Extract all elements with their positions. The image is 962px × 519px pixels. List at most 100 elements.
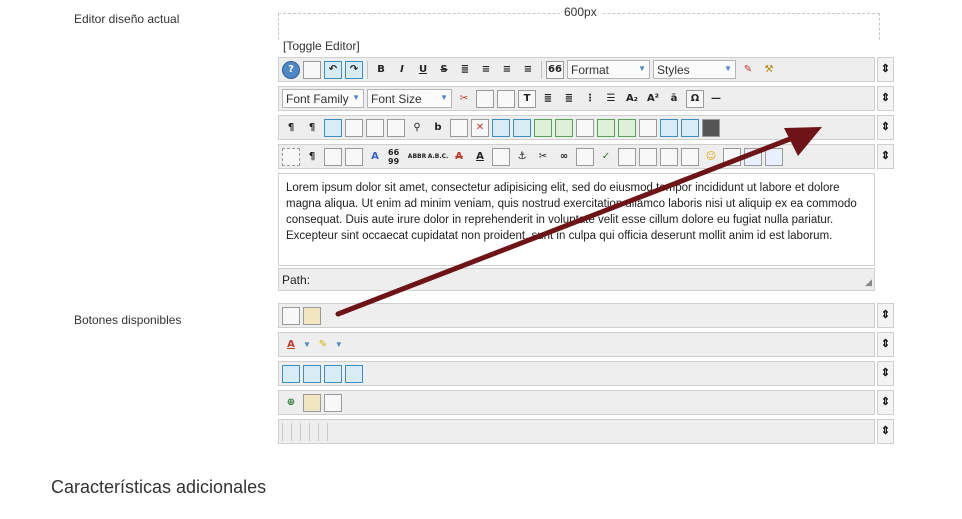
list-icon[interactable] <box>282 306 300 325</box>
ltr-icon[interactable]: ¶ <box>282 119 300 137</box>
bold-icon[interactable]: B <box>372 61 390 79</box>
font-size-select[interactable]: Font Size ▼ <box>367 89 452 108</box>
format-select[interactable]: Format ▼ <box>567 60 650 79</box>
charmap-icon[interactable]: Ω <box>686 89 704 108</box>
cell-props-icon[interactable] <box>660 118 678 137</box>
styles-select[interactable]: Styles ▼ <box>653 60 736 79</box>
cut-icon[interactable]: ✂ <box>455 90 473 108</box>
cite-icon[interactable]: 66 99 <box>387 148 405 166</box>
absolute-icon[interactable] <box>639 147 657 166</box>
row-drag-handle[interactable]: ⇕ <box>877 332 894 357</box>
row-drag-handle[interactable]: ⇕ <box>877 57 894 82</box>
chevron-down-icon[interactable]: ▼ <box>303 340 311 349</box>
insert-table-icon[interactable] <box>450 118 468 137</box>
link-icon[interactable]: ∞ <box>555 148 573 166</box>
undo-icon[interactable]: ↶ <box>324 60 342 79</box>
move-backward-icon[interactable] <box>681 147 699 166</box>
image-manager-icon[interactable] <box>303 306 321 325</box>
row-delete-icon[interactable] <box>555 118 573 137</box>
ins-icon[interactable]: A <box>471 148 489 166</box>
emotions-icon[interactable]: ☺ <box>702 148 720 166</box>
align-left-icon[interactable]: ≡ <box>498 61 516 79</box>
row-drag-handle[interactable]: ⇕ <box>877 390 894 415</box>
print-icon[interactable] <box>387 118 405 137</box>
anchor-icon[interactable]: ⚓ <box>513 148 531 166</box>
attribs-icon[interactable] <box>492 147 510 166</box>
copy-icon[interactable] <box>476 89 494 108</box>
modules-icon[interactable] <box>744 147 762 166</box>
italic-icon[interactable]: I <box>393 61 411 79</box>
article-icon[interactable] <box>723 147 741 166</box>
visual-chars-icon[interactable]: ¶ <box>303 148 321 166</box>
abbr-icon[interactable]: ABBR <box>408 148 426 166</box>
style-props-icon[interactable]: ā <box>665 90 683 108</box>
readmore-icon[interactable] <box>765 147 783 166</box>
styleprops-icon[interactable]: A <box>366 148 384 166</box>
underline-icon[interactable]: U <box>414 61 432 79</box>
bullet-list-icon[interactable]: ☰ <box>602 90 620 108</box>
row-drag-handle[interactable]: ⇕ <box>877 115 894 140</box>
insert-layer-icon[interactable] <box>282 364 300 383</box>
col-after-icon[interactable] <box>618 118 636 137</box>
row-before-icon[interactable] <box>492 118 510 137</box>
font-color-icon[interactable]: A <box>282 336 300 354</box>
row-insert-icon[interactable] <box>534 118 552 137</box>
align-center-icon[interactable]: ≡ <box>477 61 495 79</box>
media-icon[interactable] <box>702 118 720 137</box>
horizontal-rule-icon[interactable]: — <box>707 90 725 108</box>
available-row-2[interactable]: A ▼ ✎ ▼ <box>278 332 875 357</box>
preview-icon[interactable] <box>345 118 363 137</box>
border-icon[interactable] <box>303 364 321 383</box>
cleanup-broom-icon[interactable]: ⚒ <box>760 61 778 79</box>
toolbar-row-4[interactable]: ¶ A 66 99 ABBR A.B.C. A A ⚓ ✂ ∞ ✓ ☺ <box>278 144 875 169</box>
row-after-icon[interactable] <box>513 118 531 137</box>
toolbar-row-3[interactable]: ¶ ¶ ⚲ b ✕ <box>278 115 875 140</box>
visual-aid-icon[interactable] <box>282 147 300 166</box>
spellcheck-icon[interactable]: ✓ <box>597 148 615 166</box>
redo-icon[interactable]: ↷ <box>345 60 363 79</box>
col-delete-icon[interactable] <box>639 118 657 137</box>
help-icon[interactable]: ? <box>282 60 300 79</box>
available-row-3[interactable] <box>278 361 875 386</box>
del-icon[interactable]: A <box>450 148 468 166</box>
insert-datetime-icon[interactable]: ⊕ <box>282 394 300 412</box>
fullscreen-icon[interactable] <box>324 118 342 137</box>
strikethrough-icon[interactable]: S <box>435 61 453 79</box>
toolbar-row-2[interactable]: Font Family ▼ Font Size ▼ ✂ T ≣ ≣ ⋮ ☰ A₂… <box>278 86 875 111</box>
superscript-icon[interactable]: A² <box>644 90 662 108</box>
highlight-color-icon[interactable]: ✎ <box>314 336 332 354</box>
col-before-icon[interactable] <box>597 118 615 137</box>
chevron-down-icon[interactable]: ▼ <box>335 340 343 349</box>
row-drag-handle[interactable]: ⇕ <box>877 419 894 444</box>
search-icon[interactable]: ⚲ <box>408 119 426 137</box>
merge-cells-icon[interactable] <box>681 118 699 137</box>
acronym-icon[interactable]: A.B.C. <box>428 148 449 166</box>
paste-text-icon[interactable]: T <box>518 89 536 108</box>
subscript-icon[interactable]: A₂ <box>623 90 641 108</box>
row-drag-handle[interactable]: ⇕ <box>877 144 894 169</box>
toolbar-row-1[interactable]: ? ↶ ↷ B I U S ≣ ≡ ≡ ≡ 66 Format ▼ Styles… <box>278 57 875 82</box>
frame-icon[interactable] <box>345 364 363 383</box>
paste-icon[interactable] <box>497 89 515 108</box>
available-row-empty[interactable] <box>278 419 875 444</box>
layer-icon[interactable] <box>618 147 636 166</box>
row-drag-handle[interactable]: ⇕ <box>877 361 894 386</box>
template-icon[interactable] <box>324 147 342 166</box>
eraser-icon[interactable]: ✎ <box>739 61 757 79</box>
justify-full-icon[interactable]: ≣ <box>456 61 474 79</box>
available-row-4[interactable]: ⊕ <box>278 390 875 415</box>
numbered-list-icon[interactable]: ⋮ <box>581 90 599 108</box>
blockquote-icon[interactable]: 66 <box>546 60 564 79</box>
code-icon[interactable] <box>366 118 384 137</box>
resize-grip-icon[interactable]: ◢ <box>865 277 872 288</box>
form-icon[interactable] <box>303 393 321 412</box>
indent-icon[interactable]: ≣ <box>539 90 557 108</box>
delete-table-icon[interactable]: ✕ <box>471 118 489 137</box>
row-remove-icon[interactable] <box>576 118 594 137</box>
outdent-icon[interactable]: ≣ <box>560 90 578 108</box>
font-family-select[interactable]: Font Family ▼ <box>282 89 364 108</box>
toggle-editor-link[interactable]: [Toggle Editor] <box>283 39 360 53</box>
columns-icon[interactable] <box>324 393 342 412</box>
row-drag-handle[interactable]: ⇕ <box>877 86 894 111</box>
box-icon[interactable] <box>324 364 342 383</box>
